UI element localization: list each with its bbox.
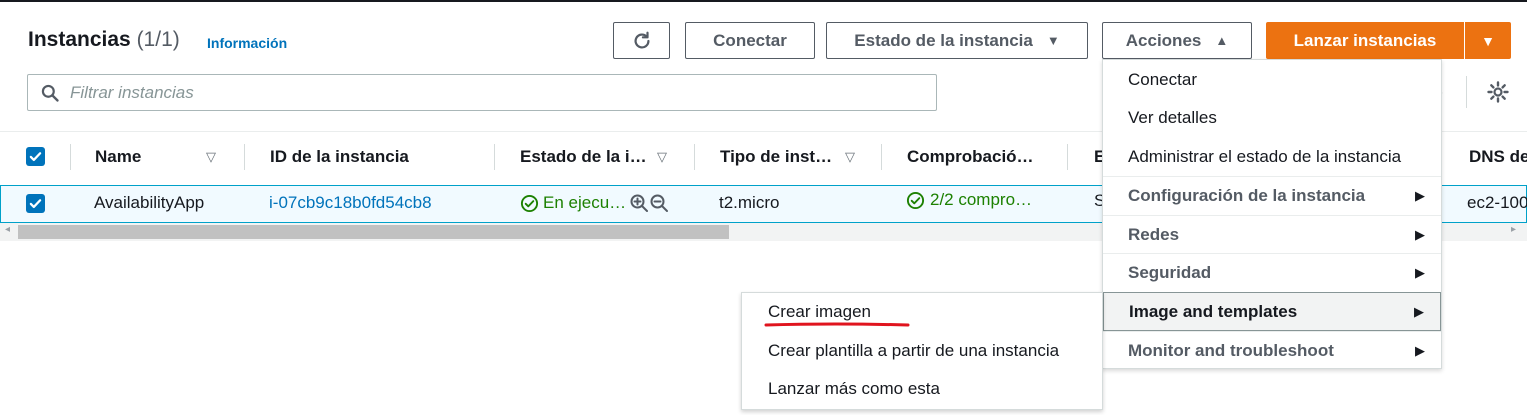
check-circle-icon bbox=[520, 194, 539, 212]
zoom-in-icon[interactable] bbox=[629, 193, 649, 218]
caret-down-icon: ▼ bbox=[1046, 33, 1060, 48]
submenu-item-launch-more[interactable]: Lanzar más como esta bbox=[768, 379, 940, 399]
column-divider bbox=[70, 144, 71, 170]
refresh-button[interactable] bbox=[613, 22, 670, 59]
column-divider bbox=[494, 144, 495, 170]
menu-group-label: Monitor and troubleshoot bbox=[1128, 341, 1334, 360]
instance-count: (1/1) bbox=[136, 28, 180, 51]
page-title-text: Instancias bbox=[28, 28, 131, 51]
column-divider bbox=[244, 144, 245, 170]
sort-icon[interactable]: ▽ bbox=[206, 149, 216, 165]
menu-item-details[interactable]: Ver detalles bbox=[1103, 98, 1441, 137]
chevron-right-icon: ▶ bbox=[1415, 188, 1425, 203]
column-header-dns[interactable]: DNS de bbox=[1469, 147, 1527, 167]
sort-icon[interactable]: ▽ bbox=[657, 149, 667, 165]
menu-item-label: Ver detalles bbox=[1128, 107, 1217, 127]
menu-group-monitor[interactable]: Monitor and troubleshoot ▶ bbox=[1103, 331, 1441, 370]
refresh-icon bbox=[634, 31, 650, 49]
chevron-right-icon: ▶ bbox=[1415, 265, 1425, 280]
connect-button-label: Conectar bbox=[713, 30, 787, 50]
cell-name: AvailabilityApp bbox=[94, 193, 205, 212]
menu-item-label: Conectar bbox=[1128, 69, 1197, 89]
check-icon bbox=[29, 199, 42, 209]
annotation-underline bbox=[764, 316, 912, 334]
submenu-item-create-template[interactable]: Crear plantilla a partir de una instanci… bbox=[768, 341, 1059, 361]
menu-item-label: Administrar el estado de la instancia bbox=[1128, 146, 1402, 166]
zoom-out-icon[interactable] bbox=[649, 193, 669, 218]
check-icon bbox=[29, 152, 42, 162]
actions-button-label: Acciones bbox=[1125, 30, 1202, 50]
menu-group-instance-settings[interactable]: Configuración de la instancia ▶ bbox=[1103, 176, 1441, 215]
cell-checks: 2/2 compro… bbox=[906, 190, 1032, 210]
chevron-right-icon: ▶ bbox=[1414, 303, 1424, 319]
check-circle-icon bbox=[906, 191, 925, 209]
caret-up-icon: ▲ bbox=[1215, 33, 1229, 48]
column-divider bbox=[1067, 144, 1068, 170]
menu-group-image-templates[interactable]: Image and templates ▶ bbox=[1103, 292, 1441, 331]
cell-type: t2.micro bbox=[719, 193, 780, 212]
page-title: Instancias (1/1) bbox=[28, 28, 180, 52]
checks-text: 2/2 compro… bbox=[930, 190, 1033, 209]
chevron-right-icon: ▶ bbox=[1415, 343, 1425, 358]
menu-item-manage-state[interactable]: Administrar el estado de la instancia bbox=[1103, 137, 1441, 176]
launch-instances-button[interactable]: Lanzar instancias bbox=[1266, 22, 1464, 59]
column-header-type[interactable]: Tipo de inst… bbox=[720, 147, 832, 167]
settings-gear-icon[interactable] bbox=[1486, 80, 1510, 109]
instance-state-button[interactable]: Estado de la instancia ▼ bbox=[826, 22, 1088, 59]
cell-dns: ec2-100 bbox=[1467, 193, 1527, 212]
menu-group-networking[interactable]: Redes ▶ bbox=[1103, 215, 1441, 254]
search-icon bbox=[41, 84, 59, 102]
menu-group-label: Redes bbox=[1128, 225, 1180, 244]
column-divider bbox=[694, 144, 695, 170]
menu-item-connect[interactable]: Conectar bbox=[1103, 60, 1441, 99]
cell-instance-id-link[interactable]: i-07cb9c18b0fd54cb8 bbox=[269, 193, 432, 213]
column-header-checks[interactable]: Comprobació… bbox=[907, 147, 1034, 167]
image-templates-submenu: Crear imagen Crear plantilla a partir de… bbox=[741, 292, 1103, 410]
column-header-state[interactable]: Estado de la i… bbox=[520, 147, 647, 167]
menu-group-label: Image and templates bbox=[1129, 301, 1298, 321]
column-header-instance-id[interactable]: ID de la instancia bbox=[270, 147, 409, 167]
launch-instances-label: Lanzar instancias bbox=[1293, 30, 1437, 50]
cell-state: En ejecu… bbox=[520, 193, 626, 213]
launch-dropdown-button[interactable]: ▼ bbox=[1465, 22, 1511, 59]
column-divider bbox=[881, 144, 882, 170]
state-text: En ejecu… bbox=[543, 193, 627, 212]
scrollbar-thumb[interactable] bbox=[18, 225, 729, 239]
menu-group-label: Seguridad bbox=[1128, 263, 1212, 282]
connect-button[interactable]: Conectar bbox=[685, 22, 815, 59]
filter-input[interactable] bbox=[70, 82, 870, 103]
instance-state-label: Estado de la instancia bbox=[854, 30, 1033, 50]
actions-menu: Conectar Ver detalles Administrar el est… bbox=[1102, 59, 1442, 369]
filter-box bbox=[27, 74, 937, 111]
sort-icon[interactable]: ▽ bbox=[845, 149, 855, 165]
actions-button[interactable]: Acciones ▲ bbox=[1102, 22, 1252, 59]
menu-group-label: Configuración de la instancia bbox=[1128, 186, 1366, 205]
row-checkbox[interactable] bbox=[26, 194, 45, 213]
column-header-name[interactable]: Name bbox=[95, 147, 141, 167]
scroll-right-icon[interactable]: ▸ bbox=[1511, 224, 1516, 235]
chevron-right-icon: ▶ bbox=[1415, 227, 1425, 242]
info-link[interactable]: Información bbox=[207, 35, 287, 51]
menu-group-security[interactable]: Seguridad ▶ bbox=[1103, 253, 1441, 292]
divider bbox=[1466, 76, 1467, 108]
caret-down-icon: ▼ bbox=[1481, 32, 1495, 49]
scroll-left-icon[interactable]: ◂ bbox=[5, 224, 10, 235]
select-all-checkbox[interactable] bbox=[26, 147, 45, 166]
